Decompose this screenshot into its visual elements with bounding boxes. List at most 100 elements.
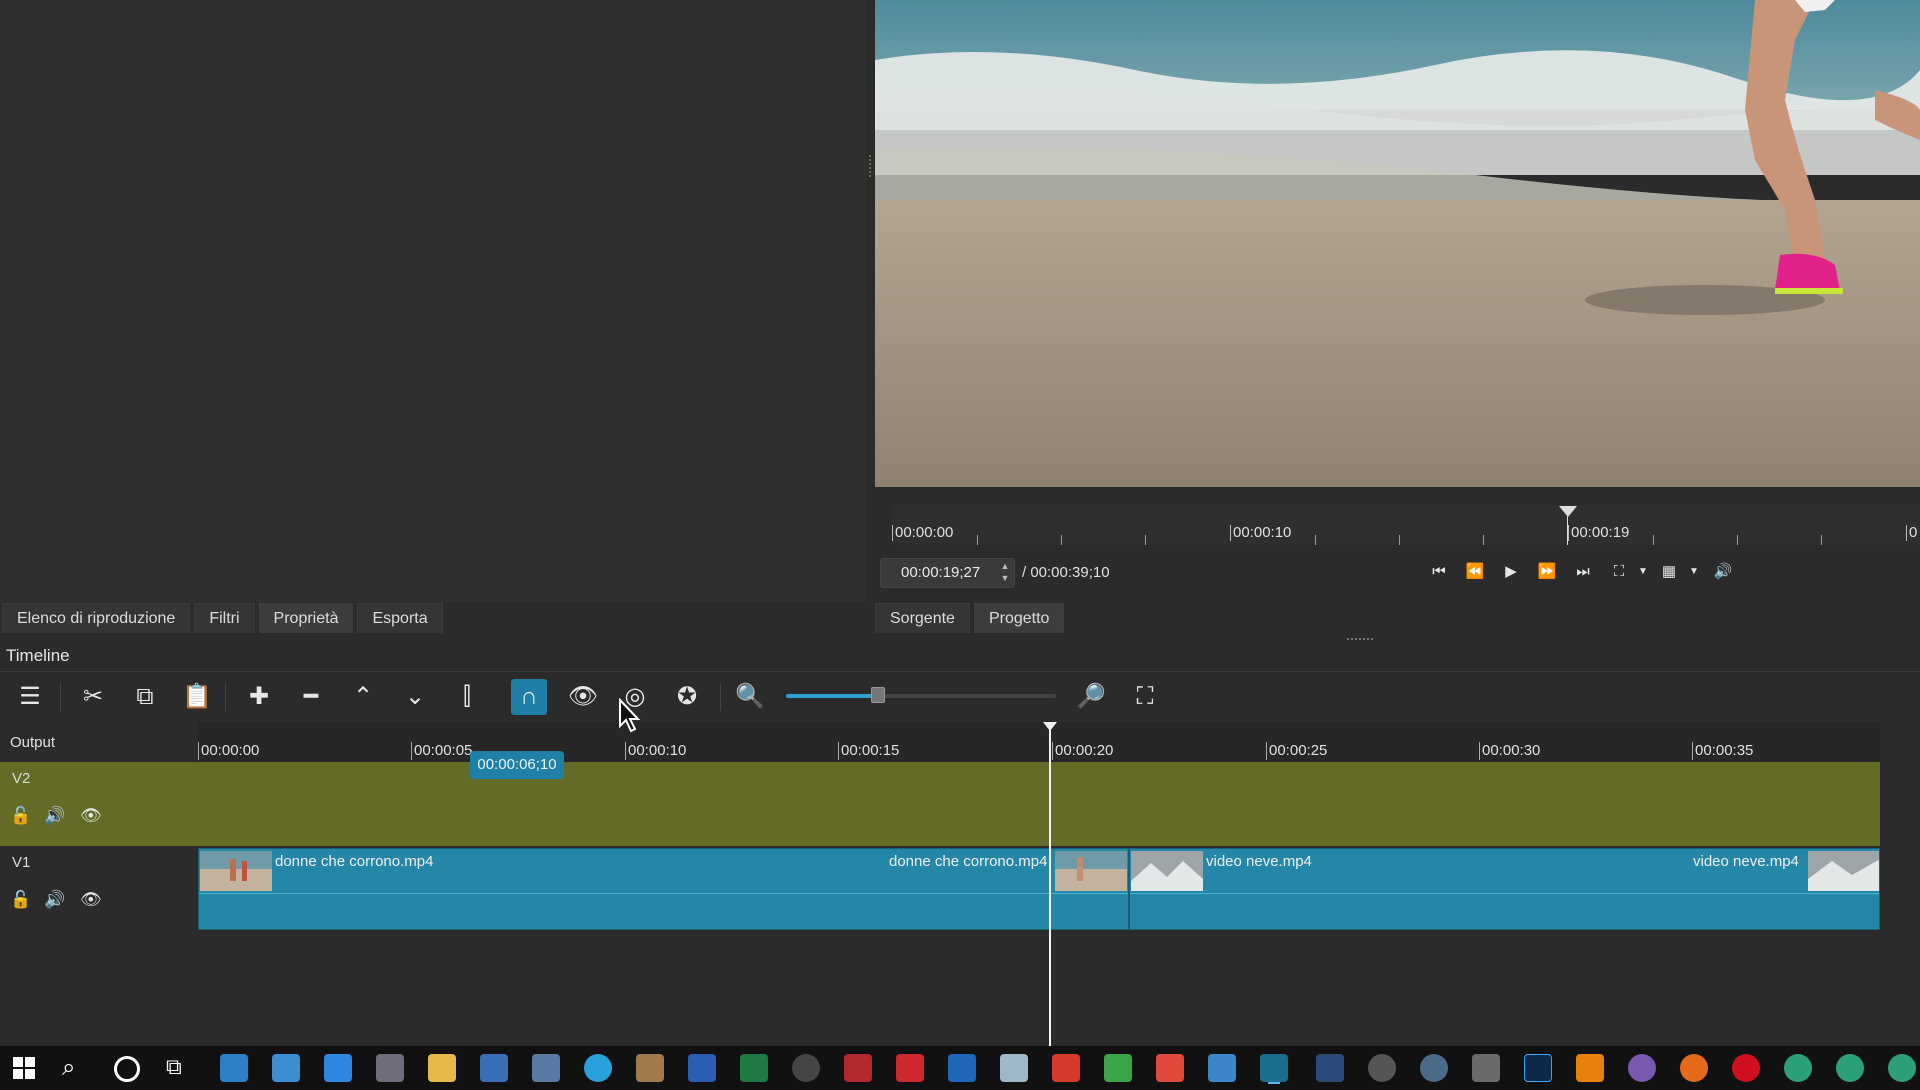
app-icon[interactable] bbox=[1628, 1054, 1656, 1082]
skip-start-icon[interactable]: ⏮ bbox=[1426, 559, 1452, 585]
fast-forward-icon[interactable]: ⏩ bbox=[1534, 559, 1560, 585]
split-icon[interactable]: ⫿ bbox=[449, 679, 485, 715]
task-view-icon[interactable]: ⧉ bbox=[166, 1054, 182, 1080]
search-icon[interactable]: ⌕ bbox=[62, 1054, 75, 1082]
tab-playlist[interactable]: Elenco di riproduzione bbox=[2, 603, 191, 633]
chevron-down-icon[interactable]: ▼ bbox=[1630, 559, 1656, 585]
clip-donne-che-corrono[interactable]: donne che corrono.mp4 donne che corrono.… bbox=[198, 848, 1129, 930]
app-icon[interactable] bbox=[220, 1054, 248, 1082]
track-name: V2 bbox=[12, 770, 31, 787]
app-icon[interactable] bbox=[324, 1054, 352, 1082]
clip-video-neve[interactable]: video neve.mp4 video neve.mp4 bbox=[1129, 848, 1880, 930]
track-header-v1[interactable]: V1 🔓 🔊 👁 bbox=[0, 846, 198, 930]
app-icon[interactable] bbox=[1420, 1054, 1448, 1082]
ruler-tick bbox=[1821, 535, 1822, 545]
timeline-ruler[interactable]: 00:00:00 00:00:05 00:00:10 00:00:15 00:0… bbox=[198, 722, 1880, 762]
player-ruler[interactable]: 00:00:00 00:00:10 00:00:19 0 bbox=[892, 505, 1920, 545]
lift-icon[interactable]: ⌃ bbox=[345, 679, 381, 715]
append-icon[interactable]: ✚ bbox=[241, 679, 277, 715]
zoom-icon[interactable]: ⛶ bbox=[1606, 559, 1632, 585]
edge-icon[interactable] bbox=[1888, 1054, 1916, 1082]
notes-icon[interactable] bbox=[1000, 1054, 1028, 1082]
copy-icon[interactable]: ⧉ bbox=[127, 679, 163, 715]
grid-icon[interactable]: ▦ bbox=[1656, 559, 1682, 585]
timecode-spinner-icon[interactable]: ▲ ▼ bbox=[998, 560, 1012, 586]
clip-thumbnail bbox=[200, 851, 272, 891]
tab-filters[interactable]: Filtri bbox=[194, 603, 255, 633]
overwrite-icon[interactable]: ⌄ bbox=[397, 679, 433, 715]
snap-icon[interactable]: ∩ bbox=[511, 679, 547, 715]
app-icon[interactable] bbox=[1052, 1054, 1080, 1082]
play-icon[interactable]: ▶ bbox=[1498, 559, 1524, 585]
acrobat-icon[interactable] bbox=[896, 1054, 924, 1082]
ruler-tick bbox=[1145, 535, 1146, 545]
app-icon[interactable] bbox=[1104, 1054, 1132, 1082]
zoom-slider-handle[interactable] bbox=[871, 687, 885, 703]
timeline-playhead-marker[interactable] bbox=[1043, 722, 1057, 731]
app-icon[interactable] bbox=[1208, 1054, 1236, 1082]
excel-icon[interactable] bbox=[740, 1054, 768, 1082]
player-playhead-marker[interactable] bbox=[1559, 506, 1577, 517]
davinci-icon[interactable] bbox=[792, 1054, 820, 1082]
zoom-in-icon[interactable]: 🔎 bbox=[1073, 679, 1109, 715]
telegram-icon[interactable] bbox=[584, 1054, 612, 1082]
ripple-all-icon[interactable]: ✪ bbox=[669, 679, 705, 715]
photoshop-icon[interactable] bbox=[1524, 1054, 1552, 1082]
library-icon[interactable] bbox=[636, 1054, 664, 1082]
mute-icon[interactable]: 🔊 bbox=[44, 806, 65, 826]
splitter-grip-icon[interactable] bbox=[1347, 638, 1373, 643]
rewind-icon[interactable]: ⏪ bbox=[1462, 559, 1488, 585]
tab-project[interactable]: Progetto bbox=[973, 603, 1065, 633]
eye-icon[interactable]: 👁 bbox=[80, 806, 102, 826]
toolbar-divider bbox=[225, 683, 226, 711]
track-header-v2[interactable]: V2 🔓 🔊 👁 bbox=[0, 762, 198, 846]
tab-export[interactable]: Esporta bbox=[357, 603, 443, 633]
panel-splitter[interactable] bbox=[866, 0, 875, 640]
track-v2[interactable] bbox=[198, 762, 1880, 846]
store-icon[interactable] bbox=[480, 1054, 508, 1082]
folder-icon[interactable] bbox=[428, 1054, 456, 1082]
clip-label: video neve.mp4 bbox=[1693, 853, 1799, 870]
mute-icon[interactable]: 🔊 bbox=[44, 890, 65, 910]
splitter-grip-icon bbox=[869, 155, 874, 177]
skip-end-icon[interactable]: ⏭ bbox=[1570, 559, 1596, 585]
app-icon[interactable] bbox=[1316, 1054, 1344, 1082]
app-icon[interactable] bbox=[1472, 1054, 1500, 1082]
word-icon[interactable] bbox=[688, 1054, 716, 1082]
shotcut-icon[interactable] bbox=[1260, 1054, 1288, 1082]
edge-icon[interactable] bbox=[1784, 1054, 1812, 1082]
lock-icon[interactable]: 🔓 bbox=[10, 806, 31, 826]
scrub-icon[interactable]: 👁 bbox=[565, 679, 601, 715]
outlook-icon[interactable] bbox=[948, 1054, 976, 1082]
tab-properties[interactable]: Proprietà bbox=[258, 603, 354, 633]
app-icon[interactable] bbox=[1156, 1054, 1184, 1082]
ruler-tick bbox=[1483, 535, 1484, 545]
timeline-playhead[interactable] bbox=[1049, 722, 1051, 1046]
volume-icon[interactable]: 🔊 bbox=[1710, 559, 1736, 585]
paste-icon[interactable]: 📋 bbox=[179, 679, 215, 715]
keyboard-icon[interactable] bbox=[532, 1054, 560, 1082]
camera-icon[interactable] bbox=[376, 1054, 404, 1082]
firefox-icon[interactable] bbox=[1680, 1054, 1708, 1082]
edge-icon[interactable] bbox=[1836, 1054, 1864, 1082]
pdf-icon[interactable] bbox=[844, 1054, 872, 1082]
davinci-icon[interactable] bbox=[1368, 1054, 1396, 1082]
clip-audio-line bbox=[199, 893, 1128, 894]
tab-source[interactable]: Sorgente bbox=[875, 603, 970, 633]
eye-icon[interactable]: 👁 bbox=[80, 890, 102, 910]
lock-icon[interactable]: 🔓 bbox=[10, 890, 31, 910]
windows-start-icon[interactable] bbox=[12, 1056, 36, 1080]
vlc-icon[interactable] bbox=[1576, 1054, 1604, 1082]
cortana-icon[interactable] bbox=[114, 1056, 140, 1082]
timecode-input[interactable]: 00:00:19;27 bbox=[880, 558, 1015, 588]
opera-icon[interactable] bbox=[1732, 1054, 1760, 1082]
zoom-fit-icon[interactable]: ⛶ bbox=[1127, 679, 1163, 715]
remove-icon[interactable]: ━ bbox=[293, 679, 329, 715]
properties-panel bbox=[0, 0, 867, 602]
chevron-down-icon[interactable]: ▼ bbox=[1681, 559, 1707, 585]
app-icon[interactable] bbox=[272, 1054, 300, 1082]
menu-icon[interactable]: ☰ bbox=[12, 679, 48, 715]
cut-icon[interactable]: ✂ bbox=[75, 679, 111, 715]
clip-label: donne che corrono.mp4 bbox=[889, 853, 1048, 870]
zoom-out-icon[interactable]: 🔍 bbox=[732, 679, 768, 715]
